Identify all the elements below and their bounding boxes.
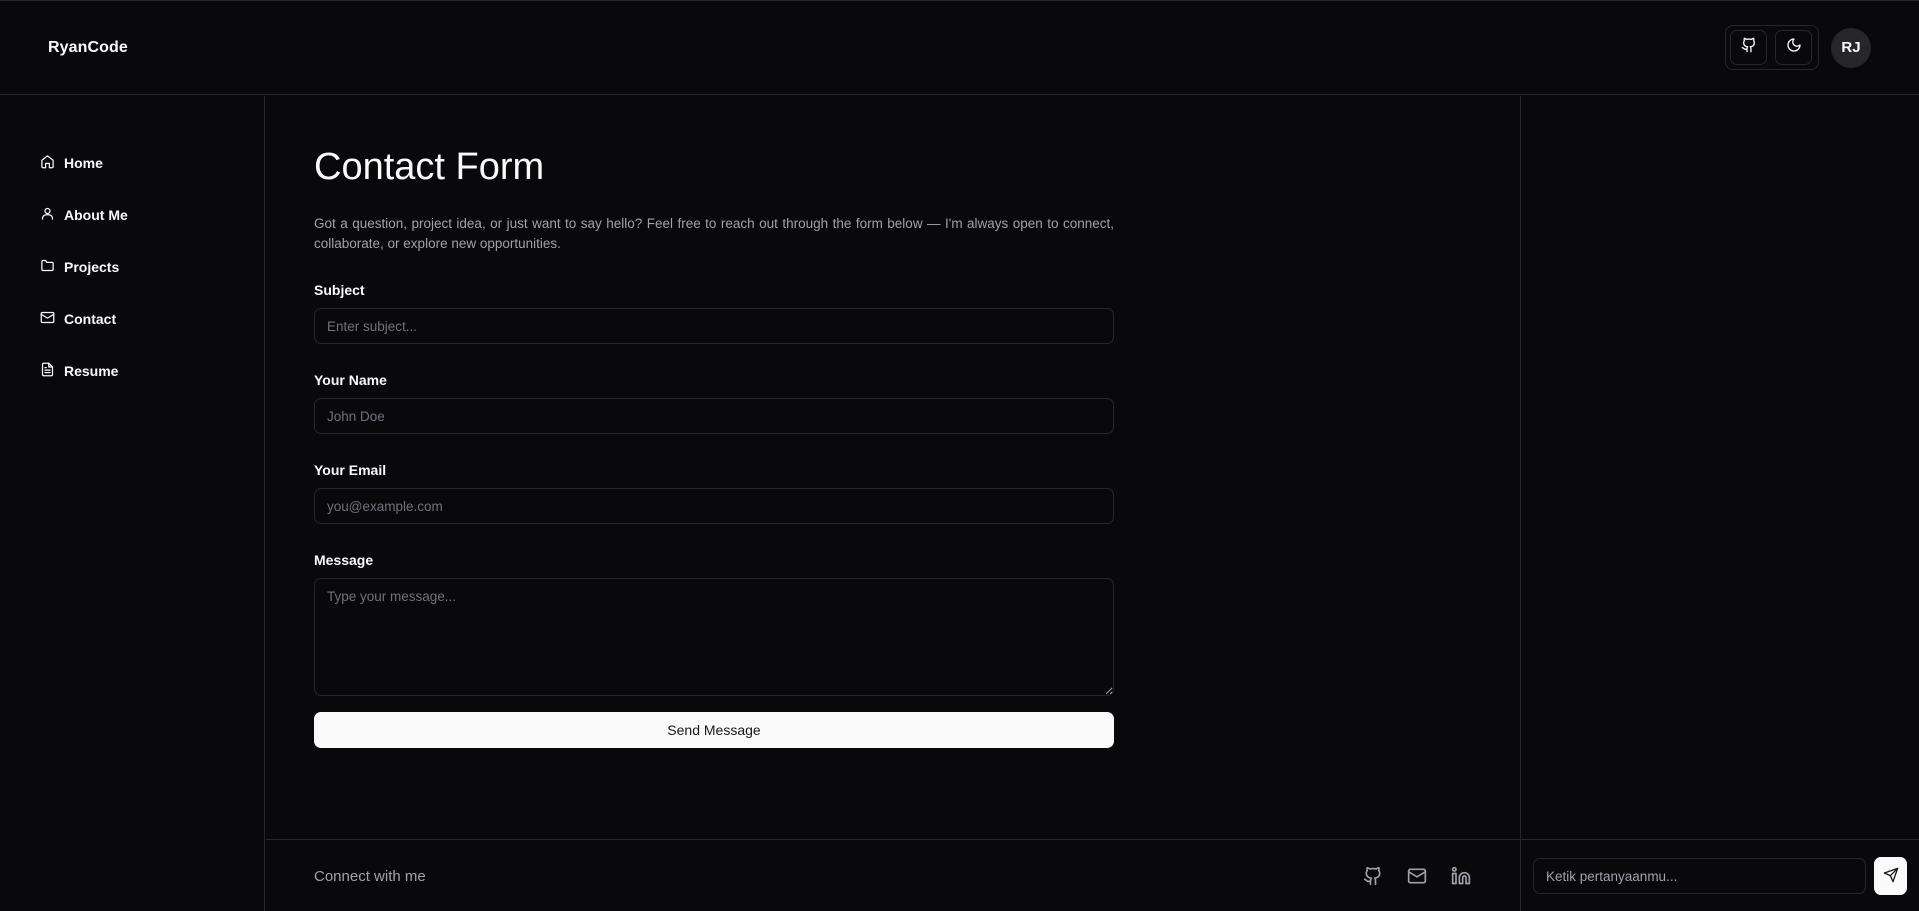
sidebar-item-label: Projects: [64, 259, 120, 275]
message-label: Message: [314, 552, 374, 568]
footer: Connect with me: [266, 839, 1520, 911]
sidebar-item-resume[interactable]: Resume: [0, 360, 264, 382]
sidebar-item-label: Home: [64, 155, 103, 171]
message-textarea[interactable]: [314, 578, 1114, 696]
sidebar-item-label: Contact: [64, 311, 117, 327]
home-icon: [40, 154, 55, 172]
name-label: Your Name: [314, 372, 387, 388]
moon-icon: [1786, 37, 1802, 58]
send-message-button[interactable]: Send Message: [314, 712, 1114, 748]
sidebar-item-contact[interactable]: Contact: [0, 308, 264, 330]
user-icon: [40, 206, 55, 224]
intro-text: Got a question, project idea, or just wa…: [314, 216, 1114, 251]
avatar[interactable]: RJ: [1831, 27, 1871, 68]
subject-label: Subject: [314, 282, 365, 298]
top-header: RyanCode RJ: [0, 1, 1919, 95]
app-root: RyanCode RJ Home About Me Projects Conta…: [0, 0, 1919, 911]
contact-form: Subject Your Name Your Email Message Sen…: [314, 282, 1472, 748]
chat-box: [1521, 839, 1919, 911]
subject-input[interactable]: [314, 308, 1114, 344]
sidebar-nav: Home About Me Projects Contact Resume: [0, 96, 265, 911]
github-button[interactable]: [1730, 30, 1767, 65]
linkedin-icon[interactable]: [1450, 865, 1472, 887]
sidebar-item-home[interactable]: Home: [0, 152, 264, 174]
name-input[interactable]: [314, 398, 1114, 434]
chat-send-button[interactable]: [1874, 857, 1907, 895]
file-text-icon: [40, 362, 55, 380]
github-icon: [1741, 37, 1757, 58]
sidebar-item-label: About Me: [64, 207, 128, 223]
sidebar-item-projects[interactable]: Projects: [0, 256, 264, 278]
sidebar-item-label: Resume: [64, 363, 119, 379]
header-actions: RJ: [1725, 25, 1871, 70]
footer-social-links: [1362, 865, 1472, 887]
right-panel-divider: [1520, 96, 1521, 911]
folder-icon: [40, 258, 55, 276]
email-input[interactable]: [314, 488, 1114, 524]
sidebar-item-about-me[interactable]: About Me: [0, 204, 264, 226]
email-label: Your Email: [314, 462, 387, 478]
header-icon-group: [1725, 25, 1819, 70]
footer-connect-text: Connect with me: [314, 867, 426, 885]
brand-logo[interactable]: RyanCode: [48, 39, 128, 57]
send-icon: [1883, 867, 1899, 886]
chat-input[interactable]: [1533, 858, 1866, 894]
page-title: Contact Form: [314, 146, 545, 188]
theme-toggle-button[interactable]: [1775, 30, 1812, 65]
main-content: Contact Form Got a question, project ide…: [266, 96, 1520, 840]
mail-icon: [40, 310, 55, 328]
github-icon[interactable]: [1362, 865, 1384, 887]
mail-icon[interactable]: [1406, 865, 1428, 887]
